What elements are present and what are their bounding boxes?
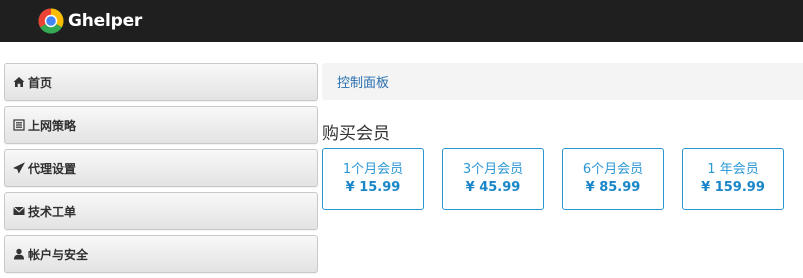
plan-1-year-button[interactable]: 1 年会员 ¥ 159.99 bbox=[682, 148, 784, 210]
plan-list: 1个月会员 ¥ 15.99 3个月会员 ¥ 45.99 6个月会员 ¥ 85.9… bbox=[322, 148, 802, 210]
sidebar-item-label: 帐户与安全 bbox=[28, 247, 89, 262]
plan-1-month-button[interactable]: 1个月会员 ¥ 15.99 bbox=[322, 148, 424, 210]
list-icon bbox=[13, 119, 25, 131]
plan-name: 6个月会员 bbox=[582, 162, 644, 177]
envelope-icon bbox=[13, 205, 25, 217]
top-navbar: Ghelper bbox=[0, 0, 803, 42]
send-icon bbox=[13, 162, 25, 174]
breadcrumb: 控制面板 bbox=[322, 63, 803, 100]
plan-price: ¥ 45.99 bbox=[465, 180, 521, 195]
user-icon bbox=[13, 248, 25, 260]
sidebar: 首页 上网策略 代理设置 技术工单 帐户与安全 bbox=[4, 63, 318, 278]
sidebar-item-proxy[interactable]: 代理设置 bbox=[4, 149, 318, 187]
plan-3-month-button[interactable]: 3个月会员 ¥ 45.99 bbox=[442, 148, 544, 210]
plan-6-month-button[interactable]: 6个月会员 ¥ 85.99 bbox=[562, 148, 664, 210]
sidebar-item-label: 上网策略 bbox=[28, 118, 77, 133]
sidebar-item-tickets[interactable]: 技术工单 bbox=[4, 192, 318, 230]
plan-name: 3个月会员 bbox=[462, 162, 524, 177]
plan-name: 1 年会员 bbox=[707, 162, 759, 177]
brand-link[interactable]: Ghelper bbox=[38, 8, 142, 34]
sidebar-item-policy[interactable]: 上网策略 bbox=[4, 106, 318, 144]
plan-price: ¥ 85.99 bbox=[585, 180, 641, 195]
home-icon bbox=[13, 76, 25, 88]
plan-name: 1个月会员 bbox=[342, 162, 404, 177]
sidebar-item-home[interactable]: 首页 bbox=[4, 63, 318, 101]
sidebar-item-account[interactable]: 帐户与安全 bbox=[4, 235, 318, 273]
plan-price: ¥ 159.99 bbox=[701, 180, 765, 195]
ghelper-logo-icon bbox=[38, 8, 64, 34]
breadcrumb-dashboard-link[interactable]: 控制面板 bbox=[337, 72, 389, 91]
brand-name: Ghelper bbox=[68, 11, 143, 31]
plan-price: ¥ 15.99 bbox=[345, 180, 401, 195]
sidebar-item-label: 首页 bbox=[28, 75, 53, 90]
sidebar-item-label: 代理设置 bbox=[28, 161, 77, 176]
purchase-title: 购买会员 bbox=[322, 124, 390, 144]
sidebar-item-label: 技术工单 bbox=[28, 204, 77, 219]
